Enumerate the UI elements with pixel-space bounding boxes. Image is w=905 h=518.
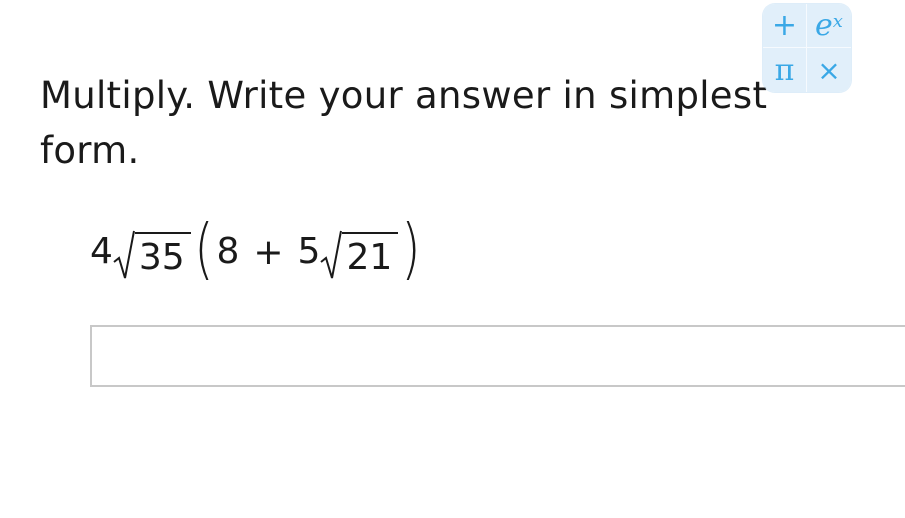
math-expression: 4 35 ( 8 + 5 21 ) — [90, 212, 424, 292]
exponent-base: e — [815, 8, 833, 43]
math-symbol-palette: + ex π × — [763, 4, 851, 92]
radicand-1: 35 — [134, 232, 191, 276]
answer-input[interactable] — [90, 325, 905, 387]
question-prompt: Multiply. Write your answer in simplest … — [40, 74, 768, 172]
radical-1: 35 — [113, 224, 191, 280]
plus-operator: + — [253, 231, 284, 273]
term-1: 8 — [216, 231, 240, 272]
exponent-icon[interactable]: ex — [807, 4, 851, 48]
times-icon[interactable]: × — [807, 48, 851, 92]
pi-icon[interactable]: π — [763, 48, 807, 92]
radical-sign-icon — [113, 230, 135, 279]
exponent-power: x — [832, 11, 843, 32]
coefficient-1: 4 — [90, 231, 113, 272]
radicand-2: 21 — [342, 232, 399, 276]
plus-icon[interactable]: + — [763, 4, 807, 48]
coefficient-2: 5 — [297, 231, 321, 272]
radical-2: 21 — [320, 224, 399, 280]
open-paren: ( — [193, 210, 214, 287]
radical-sign-icon — [320, 230, 343, 279]
close-paren: ) — [401, 210, 421, 287]
